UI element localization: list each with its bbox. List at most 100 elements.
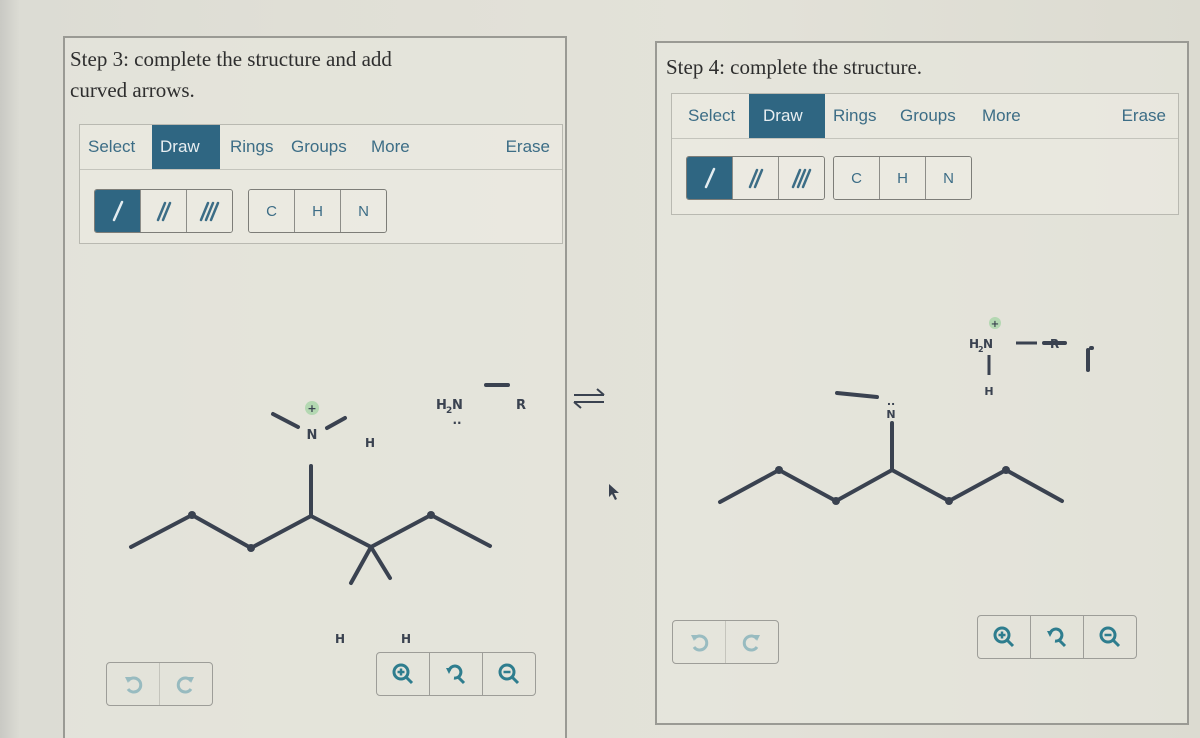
step4-drawing-canvas[interactable]: N .. + H 2 N R H: [707, 263, 1127, 563]
bond[interactable]: [777, 468, 838, 503]
bond[interactable]: [834, 468, 894, 503]
redo-button[interactable]: [726, 621, 778, 663]
tab-rings[interactable]: Rings: [825, 94, 884, 138]
step4-title: Step 4: complete the structure.: [666, 55, 923, 79]
bond[interactable]: [249, 514, 313, 550]
charge-plus: +: [991, 319, 999, 330]
step3-bond-buttons: [94, 189, 233, 233]
undo-button[interactable]: [107, 663, 160, 705]
atom-h-button[interactable]: H: [880, 157, 926, 199]
zoom-reset-icon: [1047, 627, 1067, 648]
atom-h-left[interactable]: H: [335, 632, 345, 646]
tab-groups[interactable]: Groups: [283, 125, 355, 169]
erase-button[interactable]: Erase: [498, 125, 558, 169]
single-bond-button[interactable]: [687, 157, 733, 199]
zoom-out-button[interactable]: [483, 653, 535, 695]
lone-pair: ..: [887, 395, 895, 408]
atom-dot[interactable]: [1002, 466, 1010, 474]
reagent-n[interactable]: N: [452, 398, 463, 413]
step3-title-line1: Step 3: complete the structure and add: [70, 47, 392, 71]
atom-n[interactable]: N: [886, 408, 895, 421]
charge-plus: +: [307, 402, 316, 415]
bond[interactable]: [369, 545, 392, 580]
bond[interactable]: [835, 391, 879, 399]
step3-drawing-canvas[interactable]: + N H H H H 2 N R ..: [105, 338, 565, 658]
step3-history-buttons: [106, 662, 213, 706]
atom-h-button[interactable]: H: [295, 190, 341, 232]
tab-select[interactable]: Select: [80, 125, 143, 169]
step3-atom-buttons: C H N: [248, 189, 387, 233]
triple-bond-icon: [199, 201, 219, 222]
zoom-in-icon: [392, 663, 414, 685]
bond[interactable]: [718, 468, 781, 504]
reagent-r[interactable]: R: [516, 398, 526, 413]
atom-dot[interactable]: [247, 544, 255, 552]
atom-n-button[interactable]: N: [341, 190, 386, 232]
step3-toolbar: Select Draw Rings Groups More Erase C H …: [79, 124, 563, 244]
product-n[interactable]: N: [983, 337, 993, 351]
tab-draw[interactable]: Draw: [749, 94, 825, 138]
bond[interactable]: [349, 545, 373, 585]
step4-bond-buttons: [686, 156, 825, 200]
lone-pair: ..: [452, 413, 461, 427]
bond[interactable]: [1004, 468, 1064, 503]
double-bond-button[interactable]: [733, 157, 779, 199]
atom-c-button[interactable]: C: [834, 157, 880, 199]
zoom-reset-button[interactable]: [430, 653, 483, 695]
bond[interactable]: [325, 416, 347, 430]
atom-dot[interactable]: [427, 511, 435, 519]
step4-skeleton: [718, 341, 1094, 504]
step3-title-line2: curved arrows.: [70, 78, 195, 102]
equilibrium-arrows-icon: [573, 388, 605, 409]
redo-button[interactable]: [160, 663, 212, 705]
bond[interactable]: [309, 514, 373, 549]
zoom-in-button[interactable]: [978, 616, 1031, 658]
zoom-out-button[interactable]: [1084, 616, 1136, 658]
zoom-in-button[interactable]: [377, 653, 430, 695]
tab-draw[interactable]: Draw: [152, 125, 220, 169]
atom-dot[interactable]: [832, 497, 840, 505]
zoom-reset-icon: [446, 664, 466, 685]
step4-tabs: Select Draw Rings Groups More Erase: [672, 94, 1178, 139]
bond[interactable]: [271, 412, 300, 429]
tab-rings[interactable]: Rings: [222, 125, 281, 169]
bond[interactable]: [190, 513, 253, 550]
undo-icon: [125, 676, 143, 694]
bond[interactable]: [947, 468, 1008, 503]
tab-more[interactable]: More: [363, 125, 418, 169]
atom-h-right[interactable]: H: [401, 632, 411, 646]
tab-more[interactable]: More: [974, 94, 1029, 138]
double-bond-button[interactable]: [141, 190, 187, 232]
atom-n[interactable]: N: [307, 428, 318, 443]
product-r[interactable]: R: [1050, 337, 1059, 351]
step3-panel: Step 3: complete the structure and add c…: [63, 36, 567, 738]
redo-icon: [176, 676, 194, 694]
bond[interactable]: [890, 468, 951, 503]
tab-select[interactable]: Select: [680, 94, 743, 138]
bond[interactable]: [369, 513, 433, 549]
step4-zoom-buttons: [977, 615, 1137, 659]
atom-dot[interactable]: [945, 497, 953, 505]
product-h-bottom[interactable]: H: [984, 385, 993, 398]
atom-n-button[interactable]: N: [926, 157, 971, 199]
zoom-reset-button[interactable]: [1031, 616, 1084, 658]
undo-button[interactable]: [673, 621, 726, 663]
atom-h-top[interactable]: H: [365, 436, 375, 450]
bond[interactable]: [129, 513, 194, 549]
erase-button[interactable]: Erase: [1114, 94, 1174, 138]
triple-bond-button[interactable]: [187, 190, 232, 232]
zoom-out-icon: [498, 663, 520, 685]
triple-bond-icon: [791, 168, 811, 189]
tab-groups[interactable]: Groups: [892, 94, 964, 138]
atom-dot[interactable]: [775, 466, 783, 474]
step3-zoom-buttons: [376, 652, 536, 696]
mouse-cursor-icon: [609, 484, 619, 500]
step4-atom-buttons: C H N: [833, 156, 972, 200]
atom-dot[interactable]: [188, 511, 196, 519]
triple-bond-button[interactable]: [779, 157, 824, 199]
atom-c-button[interactable]: C: [249, 190, 295, 232]
single-bond-button[interactable]: [95, 190, 141, 232]
step4-toolbar: Select Draw Rings Groups More Erase C H …: [671, 93, 1179, 215]
bond[interactable]: [429, 513, 492, 548]
undo-icon: [691, 634, 709, 652]
